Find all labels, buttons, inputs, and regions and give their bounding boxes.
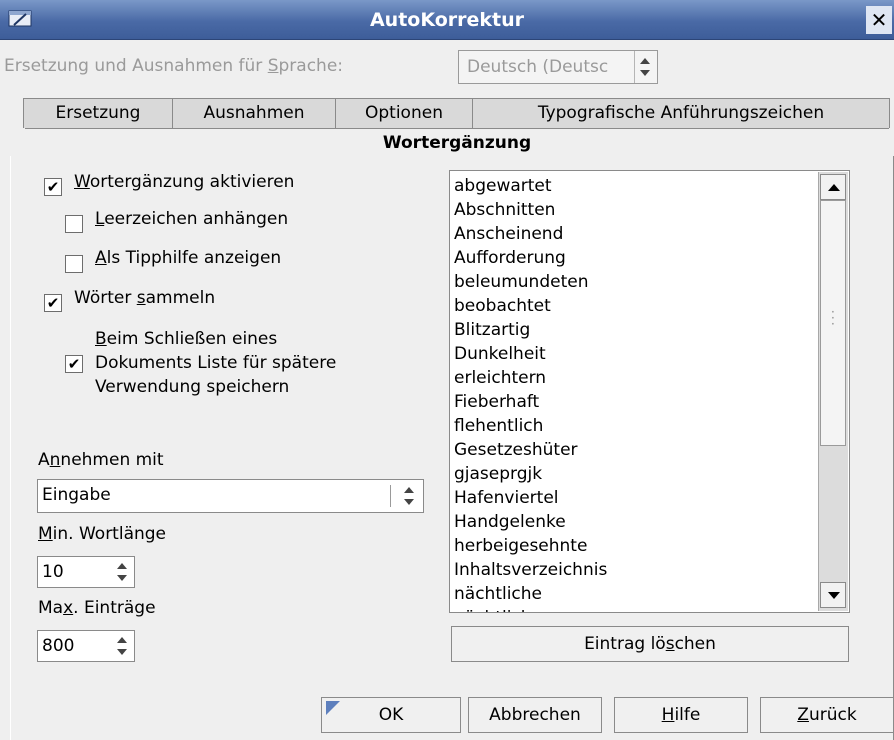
append-space-checkbox[interactable] — [65, 215, 83, 233]
language-label: Ersetzung und Ausnahmen für Sprache: — [4, 56, 344, 76]
list-item[interactable]: beleumundeten — [454, 270, 814, 294]
accept-with-select[interactable]: Eingabe — [37, 479, 424, 513]
append-space-label[interactable]: Leerzeichen anhängen — [95, 209, 288, 229]
list-item[interactable]: Fieberhaft — [454, 390, 814, 414]
min-length-field[interactable]: 10 — [37, 556, 135, 588]
list-item[interactable]: abgewartet — [454, 174, 814, 198]
max-entries-label: Max. Einträge — [38, 598, 156, 618]
accept-with-value: Eingabe — [42, 485, 111, 505]
list-item[interactable]: Inhaltsverzeichnis — [454, 558, 814, 582]
language-spin-icon[interactable] — [634, 51, 657, 83]
delete-entry-button[interactable]: Eintrag löschen — [451, 626, 849, 662]
list-item[interactable]: Dunkelheit — [454, 342, 814, 366]
enable-checkbox[interactable]: ✔ — [44, 178, 62, 196]
list-item[interactable]: Hafenviertel — [454, 486, 814, 510]
back-button[interactable]: Zurück — [760, 697, 894, 733]
arrow-down-icon — [828, 592, 840, 599]
check-icon: ✔ — [46, 178, 60, 196]
keep-list-checkbox[interactable]: ✔ — [65, 355, 83, 373]
list-item[interactable]: Blitzartig — [454, 318, 814, 342]
list-item[interactable]: Abschnitten — [454, 198, 814, 222]
max-entries-spin-icon[interactable] — [112, 631, 134, 661]
arrow-up-icon — [828, 184, 840, 191]
tab-typografische-anfuehrungszeichen[interactable]: Typografische Anführungszeichen — [472, 98, 890, 128]
scroll-up-button[interactable] — [820, 174, 846, 200]
ok-button[interactable]: OK — [321, 697, 461, 733]
tab-optionen[interactable]: Optionen — [335, 98, 473, 128]
grip-icon: · · · — [831, 305, 835, 331]
min-length-spin-icon[interactable] — [112, 557, 134, 587]
list-item[interactable]: beobachtet — [454, 294, 814, 318]
scroll-thumb[interactable]: · · · — [820, 200, 846, 446]
tab-ersetzung[interactable]: Ersetzung — [23, 98, 173, 128]
close-button[interactable]: ✕ — [866, 6, 892, 34]
window-title: AutoKorrektur — [369, 9, 525, 31]
collect-words-checkbox[interactable]: ✔ — [44, 294, 62, 312]
tab-wortergaenzung[interactable]: Wortergänzung — [25, 128, 889, 158]
min-length-label: Min. Wortlänge — [38, 524, 167, 544]
accept-with-spin-icon[interactable] — [395, 480, 423, 512]
list-item[interactable]: nächtlich — [454, 606, 814, 612]
list-item[interactable]: gjaseprgjk — [454, 462, 814, 486]
max-entries-field[interactable]: 800 — [37, 630, 135, 662]
list-item[interactable]: Aufforderung — [454, 246, 814, 270]
show-tip-checkbox[interactable] — [65, 255, 83, 273]
list-item[interactable]: nächtliche — [454, 582, 814, 606]
word-list[interactable]: abgewartet Abschnitten Anscheinend Aufforde… — [449, 170, 850, 613]
accept-with-label: Annehmen mit — [38, 450, 164, 470]
list-item[interactable]: Handgelenke — [454, 510, 814, 534]
scroll-down-button[interactable] — [820, 582, 846, 608]
cancel-button[interactable]: Abbrechen — [468, 697, 602, 733]
show-tip-label[interactable]: Als Tipphilfe anzeigen — [95, 248, 281, 268]
enable-label[interactable]: Wortergänzung aktivieren — [74, 172, 294, 192]
tab-ausnahmen[interactable]: Ausnahmen — [172, 98, 336, 128]
word-list-items: abgewartet Abschnitten Anscheinend Aufforde… — [454, 174, 814, 612]
language-value: Deutsch (Deutsc — [467, 57, 609, 77]
list-item[interactable]: herbeigesehnte — [454, 534, 814, 558]
check-icon: ✔ — [46, 294, 60, 312]
collect-words-label[interactable]: Wörter sammeln — [74, 288, 215, 308]
help-button[interactable]: Hilfe — [614, 697, 748, 733]
list-item[interactable]: Anscheinend — [454, 222, 814, 246]
list-item[interactable]: erleichtern — [454, 366, 814, 390]
list-item[interactable]: Gesetzeshüter — [454, 438, 814, 462]
max-entries-value: 800 — [42, 636, 75, 656]
language-select[interactable]: Deutsch (Deutsc — [458, 50, 658, 84]
list-item[interactable]: flehentlich — [454, 414, 814, 438]
keep-list-label[interactable]: Beim Schließen eines Dokuments Liste für… — [95, 327, 336, 399]
check-icon: ✔ — [67, 355, 81, 373]
default-button-icon — [326, 701, 340, 715]
min-length-value: 10 — [42, 562, 64, 582]
